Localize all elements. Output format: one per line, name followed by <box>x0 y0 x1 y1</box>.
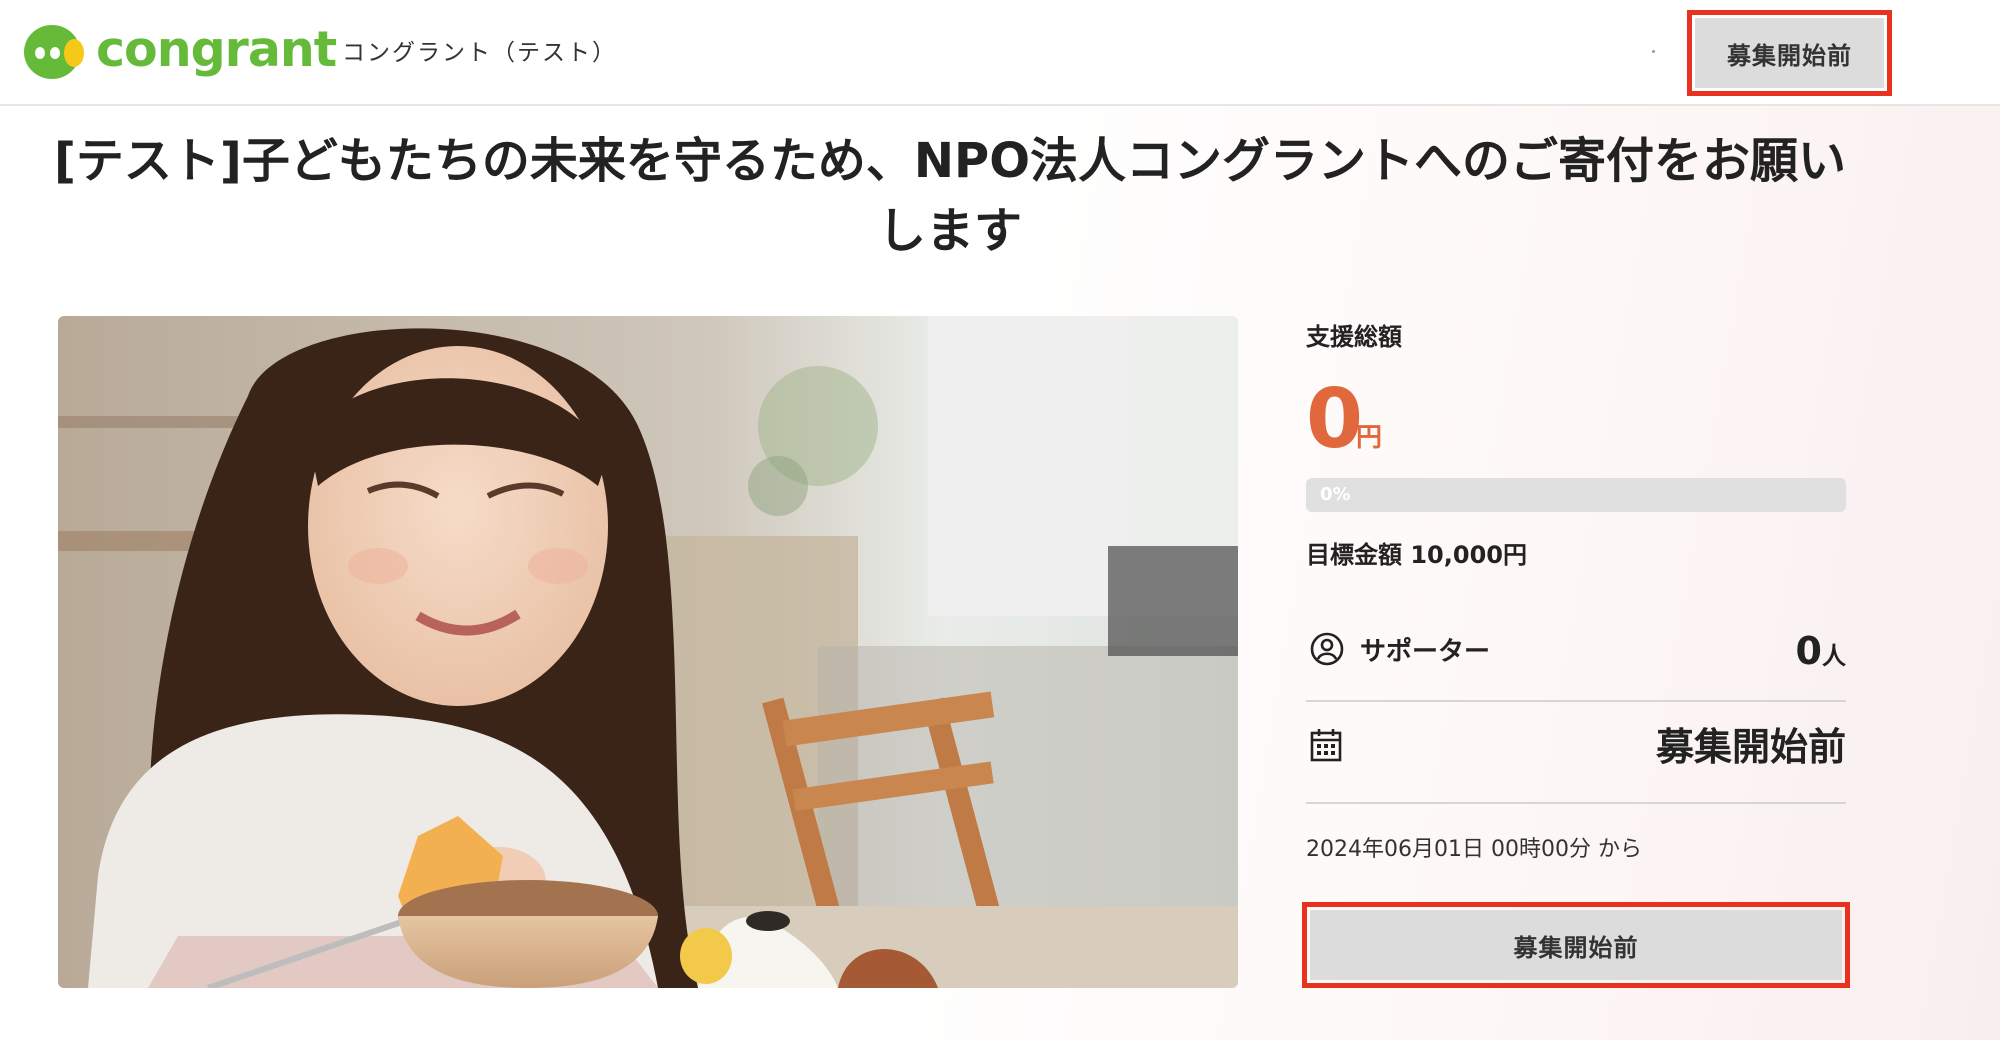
status-row: 募集開始前 <box>1306 702 1846 804</box>
congrant-logo[interactable]: congrant <box>22 20 337 84</box>
donate-status-button[interactable]: 募集開始前 <box>1310 910 1842 980</box>
brand-name: congrant <box>96 21 337 78</box>
total-unit: 円 <box>1356 423 1383 453</box>
header-dot <box>1652 50 1655 53</box>
progress-label: 0% <box>1320 484 1351 505</box>
supporters-row: サポーター 0人 <box>1306 620 1846 702</box>
calendar-icon <box>1310 729 1342 762</box>
supporters-value: 0人 <box>1796 628 1846 679</box>
start-date: 2024年06月01日 00時00分 から <box>1306 837 1642 862</box>
header-cta-highlight: 募集開始前 <box>1687 10 1892 96</box>
progress-bar: 0% <box>1306 478 1846 512</box>
supporters-unit: 人 <box>1822 642 1846 670</box>
organization-name[interactable]: コングラント（テスト） <box>342 36 617 70</box>
header-status-button[interactable]: 募集開始前 <box>1695 18 1884 88</box>
congrant-logo-icon <box>24 25 84 79</box>
hero-image <box>58 316 1238 988</box>
total-amount: 0 <box>1306 372 1364 467</box>
total-label: 支援総額 <box>1306 323 1402 351</box>
site-header: congrant コングラント（テスト） 募集開始前 <box>0 0 2000 106</box>
hero-photo-illustration <box>58 316 1238 988</box>
supporters-count: 0 <box>1795 629 1822 673</box>
status-value: 募集開始前 <box>1655 725 1846 769</box>
goal-amount: 目標金額 10,000円 <box>1306 541 1527 569</box>
supporters-label: サポーター <box>1360 637 1491 667</box>
campaign-title: [テスト]子どもたちの未来を守るため、NPO法人コングラントへのご寄付をお願いし… <box>53 133 1847 259</box>
main-cta-highlight: 募集開始前 <box>1302 902 1850 988</box>
user-circle-icon <box>1310 632 1344 666</box>
